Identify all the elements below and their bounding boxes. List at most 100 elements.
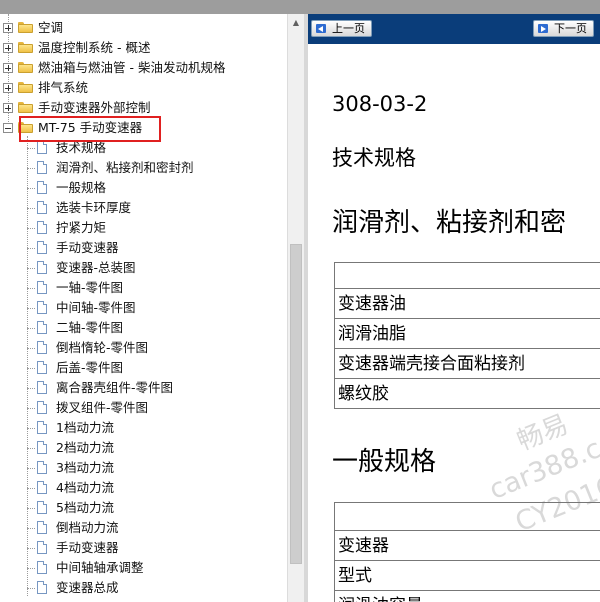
tree-connector-line — [27, 328, 35, 329]
document-icon — [37, 201, 47, 214]
tree-connector-line — [27, 268, 35, 269]
tree-connector-line — [27, 448, 35, 449]
document-icon — [37, 521, 47, 534]
tree-doc-item[interactable]: 后盖-零件图 — [0, 358, 287, 378]
tree-connector-line — [27, 528, 35, 529]
table-row: 变速器油 — [334, 289, 600, 319]
tree-doc-item[interactable]: 二轴-零件图 — [0, 318, 287, 338]
tree-item-label: 手动变速器 — [56, 540, 119, 555]
tree-item-label: 空调 — [38, 20, 64, 35]
document-icon — [37, 481, 47, 494]
tree-item-label: 二轴-零件图 — [56, 320, 124, 335]
tree-folder-item[interactable]: 燃油箱与燃油管 - 柴油发动机规格 — [0, 58, 287, 78]
scroll-up-arrow-icon[interactable]: ▲ — [288, 14, 304, 31]
tree-scrollbar[interactable]: ▲ — [287, 14, 304, 602]
tree-doc-item[interactable]: 5档动力流 — [0, 498, 287, 518]
tree-doc-item[interactable]: 拨叉组件-零件图 — [0, 398, 287, 418]
tree-item-label: 中间轴-零件图 — [56, 300, 136, 315]
collapse-icon[interactable] — [3, 123, 13, 133]
next-page-label: 下一页 — [554, 22, 587, 35]
tree-doc-item[interactable]: 手动变速器 — [0, 238, 287, 258]
expand-icon[interactable] — [3, 43, 13, 53]
tree-connector-line — [27, 228, 35, 229]
tree-item-label: 变速器总成 — [56, 580, 119, 595]
document-icon — [37, 501, 47, 514]
arrow-left-icon — [316, 24, 326, 33]
tree-item-label: 后盖-零件图 — [56, 360, 124, 375]
tree-connector-line — [27, 188, 35, 189]
document-icon — [37, 221, 47, 234]
table-row: 型式 — [334, 561, 600, 591]
tree-folder-item[interactable]: 排气系统 — [0, 78, 287, 98]
tree-connector-line — [27, 588, 35, 589]
scroll-thumb[interactable] — [290, 244, 302, 564]
general-spec-table: 变速器型式润滑油容量 — [334, 502, 600, 602]
tree-folder-item[interactable]: 手动变速器外部控制 — [0, 98, 287, 118]
tree-item-label: 拧紧力矩 — [56, 220, 107, 235]
tree-folder-item[interactable]: 温度控制系统 - 概述 — [0, 38, 287, 58]
document-icon — [37, 181, 47, 194]
tree-folder-item[interactable]: 空调 — [0, 18, 287, 38]
tree-doc-item[interactable]: 润滑剂、粘接剂和密封剂 — [0, 158, 287, 178]
tree-connector-line — [27, 548, 35, 549]
tree-item-label: 变速器-总装图 — [56, 260, 136, 275]
next-page-button[interactable]: 下一页 — [533, 20, 594, 37]
tree-doc-item[interactable]: 一般规格 — [0, 178, 287, 198]
prev-page-label: 上一页 — [332, 22, 365, 35]
selection-highlight — [19, 116, 161, 142]
folder-icon — [18, 102, 33, 113]
tree-connector-line — [27, 248, 35, 249]
tree-doc-item[interactable]: 中间轴-零件图 — [0, 298, 287, 318]
tree-item-label: 2档动力流 — [56, 440, 114, 455]
lubricants-table: 变速器油 润滑油脂 变速器端壳接合面粘接剂 螺纹胶 — [334, 262, 600, 409]
tree-doc-item[interactable]: 倒档动力流 — [0, 518, 287, 538]
expand-icon[interactable] — [3, 103, 13, 113]
nav-bar: 上一页 下一页 — [308, 14, 600, 44]
tree-item-label: 燃油箱与燃油管 - 柴油发动机规格 — [38, 60, 226, 75]
tree-doc-item[interactable]: 离合器壳组件-零件图 — [0, 378, 287, 398]
tree-doc-item[interactable]: 1档动力流 — [0, 418, 287, 438]
table-row: 螺纹胶 — [334, 379, 600, 409]
expand-icon[interactable] — [3, 63, 13, 73]
tree-connector-line — [27, 368, 35, 369]
tree-doc-item[interactable]: 变速器-总装图 — [0, 258, 287, 278]
table-row: 变速器 — [334, 531, 600, 561]
document-icon — [37, 341, 47, 354]
tree-doc-item[interactable]: 拧紧力矩 — [0, 218, 287, 238]
prev-page-button[interactable]: 上一页 — [311, 20, 372, 37]
tree-item-label: 手动变速器 — [56, 240, 119, 255]
document-icon — [37, 281, 47, 294]
document-icon — [37, 381, 47, 394]
document-icon — [37, 321, 47, 334]
doc-number: 308-03-2 — [332, 92, 428, 116]
tree-item-label: 倒档惰轮-零件图 — [56, 340, 149, 355]
tree-doc-item[interactable]: 3档动力流 — [0, 458, 287, 478]
tree-connector-line — [27, 388, 35, 389]
expand-icon[interactable] — [3, 23, 13, 33]
tree-doc-item[interactable]: 中间轴轴承调整 — [0, 558, 287, 578]
table-row: 润滑油容量 — [334, 591, 600, 602]
tree-item-label: 技术规格 — [56, 140, 107, 155]
tree-item-label: 4档动力流 — [56, 480, 114, 495]
tree-doc-item[interactable]: 手动变速器 — [0, 538, 287, 558]
document-icon — [37, 161, 47, 174]
document-icon — [37, 261, 47, 274]
tree-item-label: 5档动力流 — [56, 500, 114, 515]
expand-icon[interactable] — [3, 83, 13, 93]
document-icon — [37, 361, 47, 374]
tree-doc-item[interactable]: 一轴-零件图 — [0, 278, 287, 298]
tree-doc-item[interactable]: 倒档惰轮-零件图 — [0, 338, 287, 358]
document-content: 308-03-2 技术规格 润滑剂、粘接剂和密 变速器油 润滑油脂 变速器端壳接合面… — [308, 44, 600, 602]
tree-item-label: 中间轴轴承调整 — [56, 560, 144, 575]
tree-doc-item[interactable]: 2档动力流 — [0, 438, 287, 458]
document-icon — [37, 461, 47, 474]
toc-tree[interactable]: 空调温度控制系统 - 概述燃油箱与燃油管 - 柴油发动机规格排气系统 手动变速器外… — [0, 14, 287, 602]
document-icon — [37, 241, 47, 254]
tree-doc-item[interactable]: 变速器总成 — [0, 578, 287, 598]
tree-connector-line — [27, 288, 35, 289]
tree-doc-item[interactable]: 选装卡环厚度 — [0, 198, 287, 218]
tree-item-label: 润滑剂、粘接剂和密封剂 — [56, 160, 194, 175]
general-spec-heading: 一般规格 — [332, 447, 437, 477]
document-icon — [37, 421, 47, 434]
tree-doc-item[interactable]: 4档动力流 — [0, 478, 287, 498]
